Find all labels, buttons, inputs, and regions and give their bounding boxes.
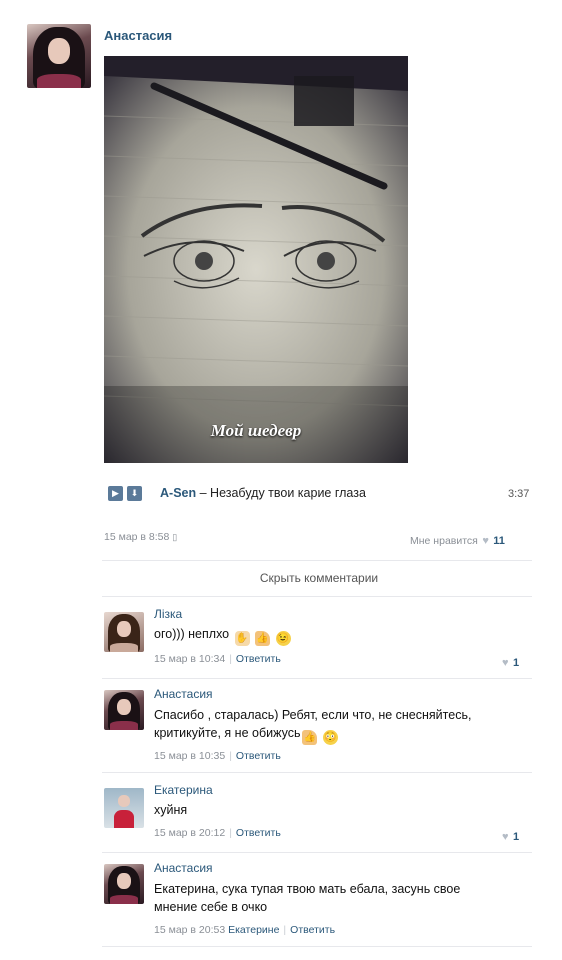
post-like-button[interactable]: Мне нравится ♥ 11 <box>410 531 505 549</box>
clap-emoji: ✋ <box>234 631 250 646</box>
reply-link[interactable]: Ответить <box>236 750 281 762</box>
like-count: 11 <box>493 535 505 547</box>
post-photo[interactable]: Мой шедевр <box>104 56 408 463</box>
audio-dash: – <box>199 486 207 500</box>
comment-meta: 15 мар в 20:12 | Ответить <box>154 827 281 839</box>
audio-title: Незабуду твои карие глаза <box>210 486 366 500</box>
heart-icon: ♥ <box>482 535 489 547</box>
comment-item: Екатерина хуйня 15 мар в 20:12 | Ответить … <box>0 774 562 852</box>
comment-text-line2: критикуйте, я не обижусь 👍 😳 <box>154 726 338 745</box>
comment-text-line2: мнение себе в очко <box>154 900 268 914</box>
mobile-icon: ▯ <box>172 532 178 542</box>
comment-meta: 15 мар в 10:35 | Ответить <box>154 750 281 762</box>
eyes-drawing-image <box>104 56 408 463</box>
post-author-name[interactable]: Анастасия <box>104 28 172 43</box>
heart-icon: ♥ <box>502 831 509 843</box>
comment-item: Анастасия Екатерина, сука тупая твою мат… <box>0 854 562 950</box>
comment-author[interactable]: Лізка <box>154 607 182 621</box>
comment-author[interactable]: Анастасия <box>154 687 213 701</box>
divider <box>102 946 532 947</box>
hide-comments-link[interactable]: Скрыть комментарии <box>104 571 534 585</box>
comment-author[interactable]: Екатерина <box>154 783 213 797</box>
heart-icon: ♥ <box>502 657 509 669</box>
comment-text: ого))) неплхо ✋ 👍 😉 <box>154 627 291 646</box>
comment-like-count: 1 <box>512 831 520 843</box>
audio-track[interactable]: A-Sen – Незабуду твои карие глаза <box>160 486 366 500</box>
comment-meta: 15 мар в 10:34 | Ответить <box>154 653 281 665</box>
comment-like-button[interactable]: ♥ 1 <box>502 827 519 845</box>
divider <box>102 772 532 773</box>
comment-author[interactable]: Анастасия <box>154 861 213 875</box>
commenter-avatar[interactable] <box>104 788 144 828</box>
thumbs-up-emoji: 👍 <box>302 730 318 745</box>
post-timestamp[interactable]: 15 мар в 8:58 ▯ <box>104 531 177 543</box>
reply-to-link[interactable]: Екатерине <box>228 924 279 936</box>
comment-date[interactable]: 15 мар в 20:12 <box>154 827 225 839</box>
comment-text-line1: Екатерина, сука тупая твою мать ебала, з… <box>154 882 461 896</box>
comment-date[interactable]: 15 мар в 10:34 <box>154 653 225 665</box>
comment-date[interactable]: 15 мар в 10:35 <box>154 750 225 762</box>
reply-link[interactable]: Ответить <box>290 924 335 936</box>
like-label: Мне нравится <box>410 535 478 547</box>
comment-meta: 15 мар в 20:53 Екатерине | Ответить <box>154 924 336 936</box>
post-author-avatar[interactable] <box>27 24 91 88</box>
download-button[interactable]: ⬇ <box>127 486 142 501</box>
audio-artist[interactable]: A-Sen <box>160 486 196 500</box>
comment-date[interactable]: 15 мар в 20:53 <box>154 924 225 936</box>
comment-like-count: 1 <box>512 657 520 669</box>
reply-link[interactable]: Ответить <box>236 653 281 665</box>
divider <box>102 596 532 597</box>
commenter-avatar[interactable] <box>104 690 144 730</box>
comment-item: Лізка ого))) неплхо ✋ 👍 😉 15 мар в 10:34… <box>0 600 562 680</box>
comment-text: хуйня <box>154 803 188 817</box>
divider <box>102 852 532 853</box>
comment-text-line1: Спасибо , старалась) Ребят, если что, не… <box>154 708 472 722</box>
play-button[interactable]: ▶ <box>108 486 123 501</box>
divider <box>102 678 532 679</box>
commenter-avatar[interactable] <box>104 612 144 652</box>
wink-emoji: 😉 <box>275 631 291 646</box>
commenter-avatar[interactable] <box>104 864 144 904</box>
thumbs-up-emoji: 👍 <box>255 631 271 646</box>
comment-item: Анастасия Спасибо , старалась) Ребят, ес… <box>0 680 562 772</box>
divider <box>102 560 532 561</box>
reply-link[interactable]: Ответить <box>236 827 281 839</box>
comment-like-button[interactable]: ♥ 1 <box>502 653 519 671</box>
flushed-emoji: 😳 <box>322 730 338 745</box>
photo-caption: Мой шедевр <box>210 421 302 440</box>
audio-duration: 3:37 <box>508 488 530 500</box>
